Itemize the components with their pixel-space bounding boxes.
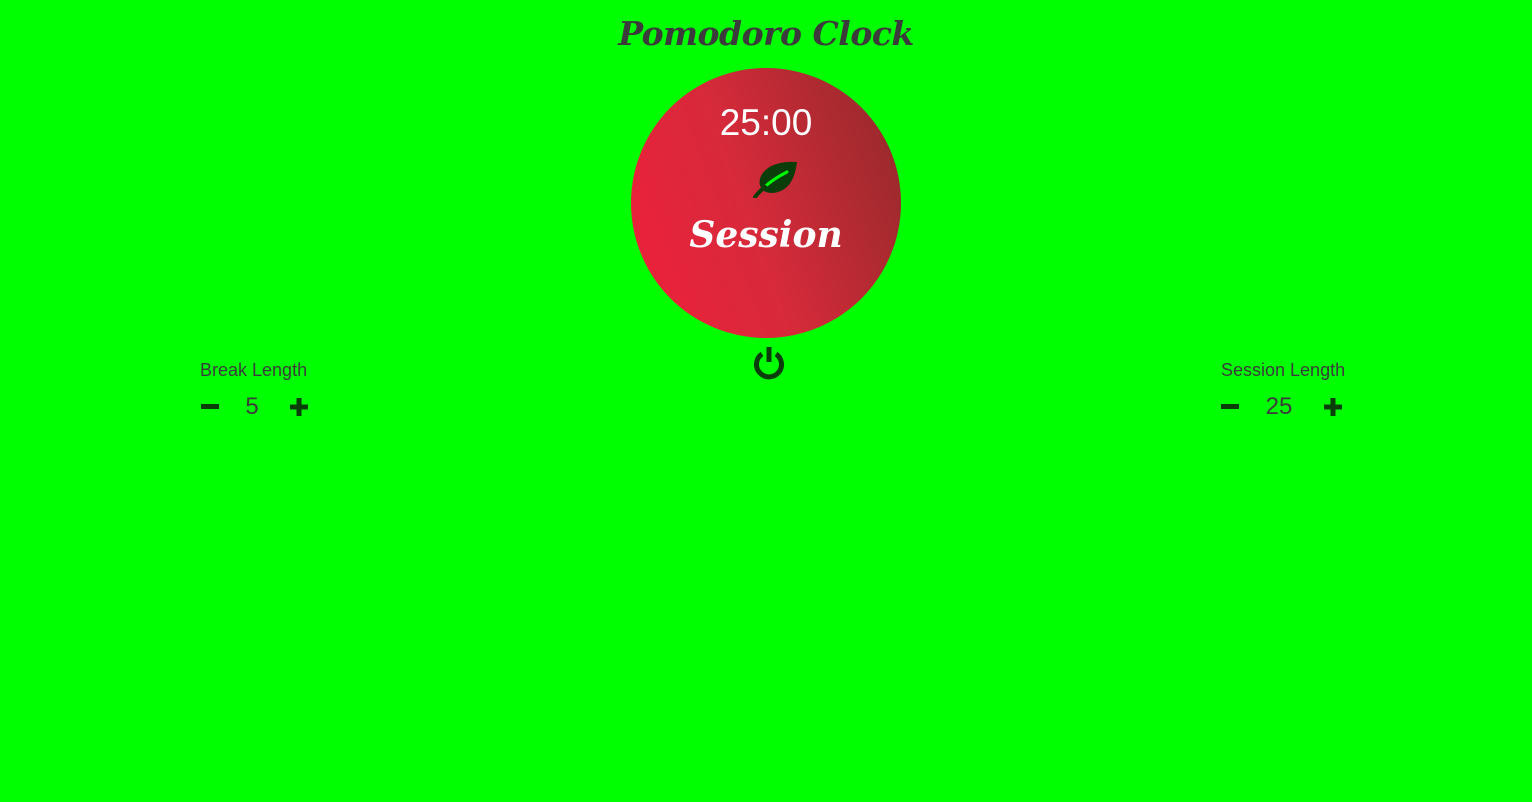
timer-clock[interactable]: 25:00 Session <box>631 68 901 338</box>
session-increment-plus-icon[interactable] <box>1322 396 1344 418</box>
session-decrement-minus-icon[interactable] <box>1219 396 1241 418</box>
break-decrement-minus-icon[interactable] <box>199 396 221 418</box>
leaf-icon <box>753 161 797 198</box>
break-increment-plus-icon[interactable] <box>288 396 310 418</box>
timer-display: 25:00 <box>719 102 813 143</box>
break-length-value: 5 <box>245 393 259 420</box>
page-title: Pomodoro Clock <box>618 14 914 53</box>
session-length-label: Session Length <box>1221 360 1346 380</box>
session-length-value: 25 <box>1265 393 1293 420</box>
power-icon[interactable] <box>751 345 787 381</box>
timer-mode-label: Session <box>689 214 843 256</box>
break-length-label: Break Length <box>200 360 308 380</box>
